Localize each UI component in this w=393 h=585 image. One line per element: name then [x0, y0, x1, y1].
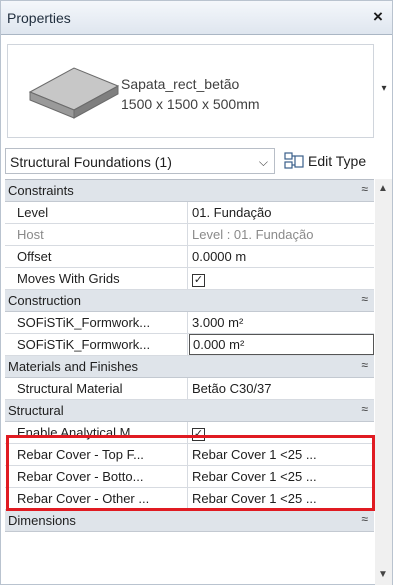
palette-title: Properties	[7, 10, 71, 26]
property-row[interactable]: Offset 0.0000 m	[5, 246, 374, 268]
property-name: Rebar Cover - Botto...	[5, 466, 188, 487]
property-value[interactable]: Rebar Cover 1 <25 ...	[189, 466, 374, 487]
scroll-down-icon[interactable]: ▼	[378, 569, 388, 580]
property-row[interactable]: Rebar Cover - Top F... Rebar Cover 1 <25 …	[5, 444, 374, 466]
type-dropdown-icon[interactable]: ▾	[377, 83, 391, 95]
property-value[interactable]: 0.000 m²	[189, 334, 374, 355]
property-value[interactable]: Rebar Cover 1 <25 ...	[189, 488, 374, 509]
group-name: Structural	[8, 403, 64, 418]
property-name: Structural Material	[5, 378, 188, 399]
category-filter-dropdown[interactable]: Structural Foundations (1) ⌵	[5, 148, 275, 174]
collapse-icon[interactable]: ≈	[361, 292, 368, 306]
property-row[interactable]: Rebar Cover - Other ... Rebar Cover 1 <25…	[5, 488, 374, 510]
group-name: Dimensions	[8, 513, 76, 528]
property-value: Level : 01. Fundação	[192, 227, 314, 242]
group-header-materials-and-finishes[interactable]: Materials and Finishes ≈	[5, 356, 374, 378]
checkbox-checked[interactable]: ✓	[192, 274, 205, 287]
property-row[interactable]: Rebar Cover - Botto... Rebar Cover 1 <25 …	[5, 466, 374, 488]
edit-type-icon	[284, 152, 304, 169]
property-row[interactable]: Level 01. Fundação	[5, 202, 374, 224]
property-name: SOFiSTiK_Formwork...	[5, 312, 188, 333]
group-header-structural[interactable]: Structural ≈	[5, 400, 374, 422]
property-name: Offset	[5, 246, 188, 267]
property-value[interactable]: 01. Fundação	[189, 202, 374, 223]
property-name: Rebar Cover - Top F...	[5, 444, 188, 465]
category-filter-label: Structural Foundations (1)	[10, 154, 172, 170]
group-header-dimensions[interactable]: Dimensions ≈	[5, 510, 374, 532]
group-name: Construction	[8, 293, 81, 308]
type-selector[interactable]: Sapata_rect_betão 1500 x 1500 x 500mm ▾	[1, 36, 392, 142]
checkbox-checked[interactable]: ✓	[192, 428, 205, 441]
property-name: Host	[5, 224, 188, 245]
property-row[interactable]: SOFiSTiK_Formwork... 3.000 m²	[5, 312, 374, 334]
family-type-size: 1500 x 1500 x 500mm	[121, 96, 260, 112]
group-header-constraints[interactable]: Constraints ≈	[5, 180, 374, 202]
family-type-name: Sapata_rect_betão	[121, 76, 240, 92]
vertical-scrollbar[interactable]: ▲ ▼	[375, 179, 392, 585]
property-row[interactable]: Enable Analytical M... ✓	[5, 422, 374, 444]
property-row[interactable]: Structural Material Betão C30/37	[5, 378, 374, 400]
property-name: Rebar Cover - Other ...	[5, 488, 188, 509]
property-value[interactable]: 0.0000 m	[189, 246, 374, 267]
property-row: Host Level : 01. Fundação	[5, 224, 374, 246]
property-row[interactable]: SOFiSTiK_Formwork... 0.000 m²	[5, 334, 374, 356]
instance-filter-row: Structural Foundations (1) ⌵ Edit Type	[1, 146, 392, 176]
property-name: Enable Analytical M...	[5, 422, 188, 443]
chevron-down-icon: ⌵	[258, 155, 268, 169]
type-selector-frame[interactable]: Sapata_rect_betão 1500 x 1500 x 500mm	[7, 44, 374, 138]
property-value-checkbox-cell[interactable]: ✓	[189, 268, 374, 289]
property-value-checkbox-cell[interactable]: ✓	[189, 422, 374, 443]
property-name: Moves With Grids	[5, 268, 188, 289]
collapse-icon[interactable]: ≈	[361, 182, 368, 196]
collapse-icon[interactable]: ≈	[361, 512, 368, 526]
group-name: Constraints	[8, 183, 74, 198]
properties-palette: Properties × Sapata_rect_betão 1500 x 15…	[0, 0, 393, 585]
collapse-icon[interactable]: ≈	[361, 358, 368, 372]
group-header-construction[interactable]: Construction ≈	[5, 290, 374, 312]
palette-titlebar[interactable]: Properties ×	[1, 1, 392, 35]
properties-grid: Constraints ≈ Level 01. Fundação Host Level :…	[5, 179, 374, 532]
property-name: SOFiSTiK_Formwork...	[5, 334, 188, 355]
property-name: Level	[5, 202, 188, 223]
group-name: Materials and Finishes	[8, 359, 139, 374]
property-value[interactable]: Betão C30/37	[189, 378, 374, 399]
property-row[interactable]: Moves With Grids ✓	[5, 268, 374, 290]
close-icon[interactable]: ×	[368, 6, 388, 28]
edit-type-button[interactable]: Edit Type	[281, 148, 391, 174]
edit-type-label: Edit Type	[308, 153, 367, 169]
property-value[interactable]: 3.000 m²	[189, 312, 374, 333]
foundation-block-thumbnail-icon	[28, 67, 120, 119]
property-value[interactable]: Rebar Cover 1 <25 ...	[189, 444, 374, 465]
scroll-up-icon[interactable]: ▲	[378, 183, 388, 194]
collapse-icon[interactable]: ≈	[361, 402, 368, 416]
